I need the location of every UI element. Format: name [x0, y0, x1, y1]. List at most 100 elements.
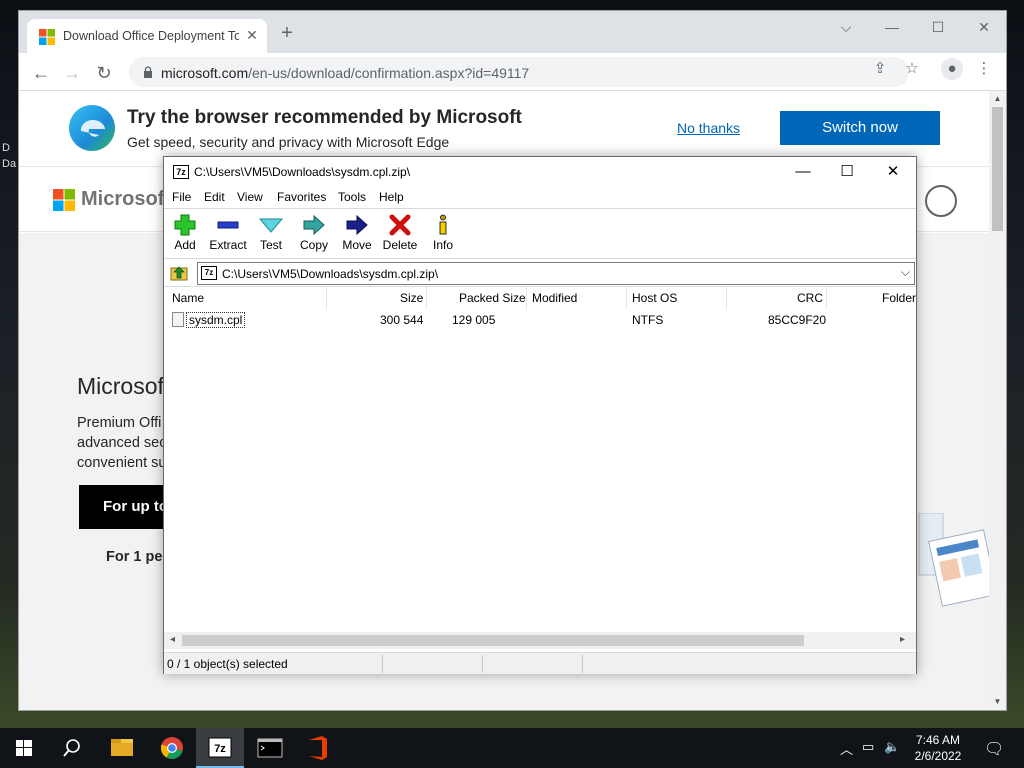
scrollbar-thumb[interactable]	[992, 107, 1003, 231]
column-folders[interactable]: Folder	[882, 291, 916, 309]
browser-menu-icon[interactable]: ⋮	[973, 58, 995, 80]
network-icon[interactable]: ▭	[862, 739, 874, 755]
forward-arrow-icon[interactable]: →	[59, 60, 85, 86]
column-crc[interactable]: CRC	[797, 291, 823, 309]
delete-button[interactable]: Delete	[379, 212, 421, 256]
status-divider	[582, 655, 583, 673]
move-arrow-icon	[346, 214, 368, 236]
file-size-cell: 300 544	[380, 313, 424, 327]
menu-view[interactable]: View	[237, 190, 263, 204]
tab-search-icon[interactable]: ⌵	[829, 17, 863, 37]
table-row[interactable]: sysdm.cpl 300 544 129 005 NTFS 85CC9F20	[164, 311, 916, 329]
chevron-up-icon[interactable]: ︿	[840, 739, 853, 758]
scroll-up-icon[interactable]: ▲	[992, 94, 1003, 106]
chevron-down-icon[interactable]: ⌵	[901, 265, 910, 280]
scrollbar-thumb[interactable]	[182, 635, 804, 646]
clock[interactable]: 7:46 AM 2/6/2022	[908, 732, 968, 764]
page-scrollbar[interactable]: ▲ ▼	[989, 91, 1006, 710]
copy-button[interactable]: Copy	[293, 212, 335, 256]
menu-tools[interactable]: Tools	[338, 190, 366, 204]
column-packed-size[interactable]: Packed Size	[459, 291, 526, 309]
switch-now-button[interactable]: Switch now	[780, 111, 940, 145]
office-icon	[309, 736, 327, 760]
column-modified[interactable]: Modified	[532, 291, 577, 309]
clock-time: 7:46 AM	[915, 733, 961, 747]
7zip-window-title: C:\Users\VM5\Downloads\sysdm.cpl.zip\	[194, 165, 411, 179]
column-divider[interactable]	[426, 287, 427, 309]
menu-favorites[interactable]: Favorites	[277, 190, 326, 204]
tab-close-icon[interactable]: ✕	[243, 26, 261, 44]
scroll-right-icon[interactable]: ▸	[900, 634, 905, 645]
browser-tab[interactable]: Download Office Deployment To ✕	[27, 19, 267, 53]
maximize-button[interactable]: ☐	[921, 17, 955, 37]
add-button[interactable]: Add	[164, 212, 206, 256]
menu-file[interactable]: File	[172, 190, 191, 204]
account-icon[interactable]	[925, 185, 957, 217]
terminal-button[interactable]	[246, 728, 294, 768]
move-button[interactable]: Move	[336, 212, 378, 256]
column-name[interactable]: Name	[172, 291, 204, 309]
7zip-toolbar: Add Extract Test Copy Move Delete Info	[164, 208, 916, 258]
scroll-left-icon[interactable]: ◂	[170, 634, 175, 645]
7zip-titlebar[interactable]: 7z C:\Users\VM5\Downloads\sysdm.cpl.zip\…	[164, 157, 916, 187]
file-host-os-cell: NTFS	[632, 313, 664, 327]
microsoft-logo-text[interactable]: Microsoft	[81, 188, 171, 211]
menu-help[interactable]: Help	[379, 190, 404, 204]
file-name-cell[interactable]: sysdm.cpl	[186, 312, 246, 328]
tab-title: Download Office Deployment To	[63, 29, 239, 43]
column-size[interactable]: Size	[400, 291, 423, 309]
column-divider[interactable]	[826, 287, 827, 309]
file-packed-size-cell: 129 005	[452, 313, 496, 327]
office-button[interactable]	[294, 728, 342, 768]
horizontal-scrollbar[interactable]: ◂ ▸	[164, 632, 916, 649]
browser-toolbar: ← → ↻ microsoft.com/en-us/download/confi…	[19, 53, 1006, 91]
desktop-icon-label[interactable]: Da	[2, 158, 16, 170]
minimize-button[interactable]: —	[788, 162, 818, 182]
extract-label: Extract	[209, 238, 247, 252]
profile-avatar-icon[interactable]: ●	[941, 58, 963, 80]
extract-button[interactable]: Extract	[207, 212, 249, 256]
folder-icon	[111, 739, 133, 756]
maximize-button[interactable]: ☐	[832, 162, 862, 182]
microsoft-logo-icon[interactable]	[53, 189, 75, 211]
url-text: microsoft.com/en-us/download/confirmatio…	[161, 65, 530, 81]
7zip-taskbar-button[interactable]: 7z	[196, 728, 244, 768]
back-arrow-icon[interactable]: ←	[28, 60, 54, 86]
reload-icon[interactable]: ↻	[91, 60, 117, 86]
volume-muted-icon[interactable]: 🔈	[884, 739, 900, 755]
scroll-down-icon[interactable]: ▼	[992, 697, 1003, 709]
folder-up-icon[interactable]	[169, 263, 189, 283]
share-icon[interactable]: ⇪	[869, 58, 891, 80]
hero-for-one-text: For 1 per	[106, 549, 169, 565]
7zip-menubar: File Edit View Favorites Tools Help	[164, 187, 916, 208]
tab-strip: Download Office Deployment To ✕ + ⌵ — ☐ …	[19, 11, 1006, 53]
notifications-icon[interactable]: 🗨	[984, 739, 1004, 759]
chrome-icon	[160, 737, 183, 759]
zip-file-icon: 7z	[201, 266, 217, 280]
edge-logo-icon	[69, 105, 115, 151]
close-button[interactable]: ✕	[878, 162, 908, 182]
column-divider[interactable]	[626, 287, 627, 309]
new-tab-button[interactable]: +	[277, 23, 297, 43]
start-button[interactable]	[0, 728, 48, 768]
chrome-button[interactable]	[148, 728, 196, 768]
column-divider[interactable]	[726, 287, 727, 309]
test-button[interactable]: Test	[250, 212, 292, 256]
minimize-button[interactable]: —	[875, 17, 909, 37]
column-host-os[interactable]: Host OS	[632, 291, 677, 309]
minus-icon	[217, 221, 239, 229]
column-divider[interactable]	[526, 287, 527, 309]
info-button[interactable]: Info	[422, 212, 464, 256]
no-thanks-link[interactable]: No thanks	[677, 120, 740, 136]
bookmark-star-icon[interactable]: ☆	[901, 58, 923, 80]
address-bar[interactable]: microsoft.com/en-us/download/confirmatio…	[129, 57, 909, 87]
desktop-icon-label[interactable]: D	[2, 142, 10, 154]
menu-edit[interactable]: Edit	[204, 190, 225, 204]
column-divider[interactable]	[326, 287, 327, 309]
search-button[interactable]	[48, 728, 96, 768]
archive-path-text: C:\Users\VM5\Downloads\sysdm.cpl.zip\	[222, 267, 439, 281]
file-explorer-button[interactable]	[98, 728, 146, 768]
close-button[interactable]: ✕	[967, 17, 1001, 37]
archive-path-input[interactable]: 7z C:\Users\VM5\Downloads\sysdm.cpl.zip\…	[197, 262, 915, 285]
microsoft-favicon-icon	[39, 29, 55, 45]
